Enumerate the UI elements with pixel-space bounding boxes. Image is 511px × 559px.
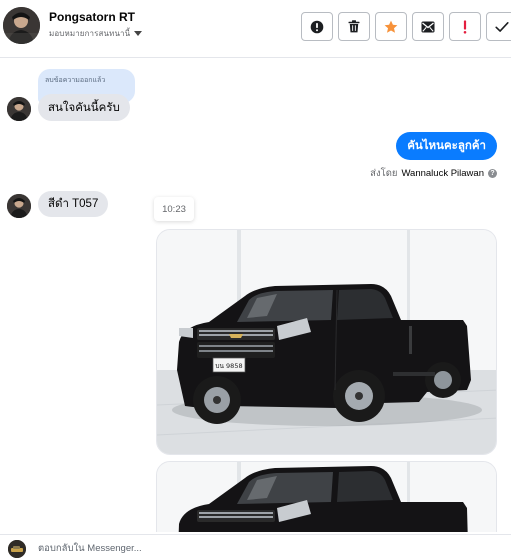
assign-label: มอบหมายการสนทนานี้ [49,29,131,38]
sent-by-row: ส่งโดย Wannaluck Pilawan ? [370,166,497,181]
assign-conversation-dropdown[interactable]: มอบหมายการสนทนานี้ [49,27,143,40]
attachment-photo[interactable]: บน 9858 [156,229,497,455]
mark-unread-icon [421,21,435,33]
contact-name[interactable]: Pongsatorn RT [49,10,135,24]
question-icon[interactable]: ? [488,169,497,178]
customer-avatar[interactable] [7,194,31,218]
delete-button[interactable] [338,12,370,41]
mark-unread-button[interactable] [412,12,444,41]
message-text: สนใจคันนี้ครับ [48,101,120,114]
alert-circle-icon [310,20,324,34]
message-text: สีดำ T057 [48,198,99,210]
attachment-photo[interactable] [156,461,497,532]
message-timestamp: 10:23 [154,197,194,221]
star-icon [384,20,398,34]
mark-done-button[interactable] [486,12,511,41]
star-button[interactable] [375,12,407,41]
contact-avatar[interactable] [3,7,40,44]
page-avatar [8,540,26,558]
conversation-header: Pongsatorn RT มอบหมายการสนทนานี้ [0,0,511,58]
reply-input[interactable] [38,540,498,556]
composer-bar [0,534,511,559]
sent-by-label: ส่งโดย [370,168,398,179]
outgoing-message[interactable]: คันไหนคะลูกค้า [396,132,497,160]
mark-spam-button[interactable] [301,12,333,41]
trash-icon [348,20,360,33]
message-thread[interactable]: ลบข้อความออกแล้ว สนใจคันนี้ครับ คันไหนคะ… [0,58,511,532]
exclamation-icon [463,20,467,34]
chevron-down-icon [134,31,143,36]
conversation-toolbar [301,12,511,41]
checkmark-icon [495,21,509,33]
customer-avatar[interactable] [7,97,31,121]
incoming-message[interactable]: สนใจคันนี้ครับ [38,94,130,121]
message-text: คันไหนคะลูกค้า [407,140,486,152]
mark-important-button[interactable] [449,12,481,41]
incoming-message[interactable]: สีดำ T057 [38,191,109,217]
sent-by-agent: Wannaluck Pilawan [401,168,484,179]
license-plate-text: บน 9858 [215,362,242,370]
deleted-message-label: ลบข้อความออกแล้ว [45,77,106,84]
